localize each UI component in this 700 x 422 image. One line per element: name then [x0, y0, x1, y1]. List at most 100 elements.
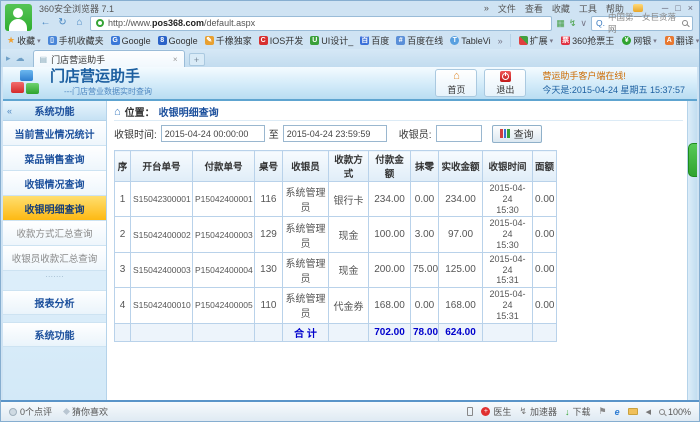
bookmark-qianxiang[interactable]: ✎千橡独家 — [205, 34, 252, 47]
ie-mode-icon[interactable]: e — [615, 407, 620, 417]
accelerator-icon: ↯ — [519, 406, 527, 417]
online-service-tab[interactable] — [688, 143, 697, 177]
cell-denom: 0.00 — [533, 288, 557, 323]
user-avatar-icon[interactable] — [5, 4, 32, 31]
col-denom: 面额 — [533, 151, 557, 182]
cell-pay-no: P15042400004 — [193, 252, 255, 287]
site-safety-icon — [96, 19, 104, 27]
cell-rounding: 75.00 — [411, 252, 439, 287]
translate-button[interactable]: A翻译▾ — [665, 34, 700, 47]
bookmark-baidu[interactable]: 百百度 — [360, 34, 389, 47]
chevron-down-icon: ▾ — [696, 37, 700, 45]
cell-amount: 234.00 — [369, 182, 411, 217]
bookmark-google-2[interactable]: 8Google — [158, 36, 198, 46]
search-box[interactable]: Q. 中国第一女巨贪落网 — [591, 16, 693, 31]
cashier-input[interactable] — [436, 125, 482, 142]
back-button[interactable]: ← — [39, 18, 52, 28]
cell-seq: 1 — [115, 182, 131, 217]
sidebar-item-payment-summary[interactable]: 收款方式汇总查询 — [3, 221, 106, 246]
bookmark-google-1[interactable]: GGoogle — [111, 36, 151, 46]
tab-bar: ▸ ☁ ▤ 门店营运助手 × + — [1, 49, 699, 67]
accelerator-button[interactable]: ↯加速器 — [519, 405, 557, 418]
tab-store-assistant[interactable]: ▤ 门店营运助手 × — [33, 50, 185, 67]
favorites-menu[interactable]: ★收藏▾ — [7, 34, 41, 47]
bookmark-mobile[interactable]: ▯手机收藏夹 — [48, 34, 104, 47]
cell-actual: 97.00 — [439, 217, 483, 252]
url-box[interactable]: http://www.pos368.com/default.aspx — [90, 16, 552, 31]
bookmarks-overflow-chevron[interactable]: » — [498, 36, 503, 46]
status-bar: 0个点评 猜你喜欢 +医生 ↯加速器 ↓下载 ⚑ e ◀ 100% — [1, 400, 699, 421]
search-input[interactable]: 中国第一女巨贪落网 — [608, 11, 679, 35]
menu-overflow-chevron[interactable]: » — [484, 3, 489, 13]
tab-close-icon[interactable]: × — [173, 55, 178, 64]
home-button[interactable]: ⌂ — [73, 18, 86, 28]
doctor-button[interactable]: +医生 — [481, 405, 511, 418]
exit-button[interactable]: 退出 — [484, 69, 526, 97]
ticket-grabber-button[interactable]: 票360抢票王 — [561, 34, 614, 47]
sidebar-item-business-stats[interactable]: 当前营业情况统计 — [3, 121, 106, 146]
time-to-input[interactable] — [283, 125, 387, 142]
menu-favorites[interactable]: 收藏 — [552, 2, 570, 15]
col-pay-no: 付款单号 — [193, 151, 255, 182]
download-button[interactable]: ↓下载 — [565, 405, 591, 418]
mobile-icon[interactable] — [467, 407, 473, 416]
bookmark-tablevi[interactable]: TTableVi — [450, 36, 490, 46]
collapse-icon[interactable]: « — [7, 106, 12, 116]
url-dropdown-icon[interactable]: ∨ — [580, 18, 587, 29]
search-icon[interactable] — [682, 20, 688, 26]
zoom-control[interactable]: 100% — [659, 407, 691, 417]
menu-file[interactable]: 文件 — [498, 2, 516, 15]
sidebar-item-dish-sales[interactable]: 菜品销售查询 — [3, 146, 106, 171]
time-from-input[interactable] — [161, 125, 265, 142]
bookmark-ios[interactable]: CIOS开发 — [259, 34, 304, 47]
search-engine-icon[interactable]: Q. — [596, 18, 605, 28]
extensions-button[interactable]: 扩展▾ — [519, 34, 554, 47]
cell-method: 代金券 — [329, 288, 369, 323]
cell-method: 现金 — [329, 217, 369, 252]
tab-title: 门店营运助手 — [51, 53, 105, 66]
refresh-button[interactable]: ↻ — [56, 18, 69, 28]
cell-denom: 0.00 — [533, 252, 557, 287]
lightning-icon[interactable]: ↯ — [569, 18, 577, 29]
menu-tools[interactable]: 工具 — [579, 2, 597, 15]
cell-rounding: 3.00 — [411, 217, 439, 252]
pin-sidebar-icon[interactable]: ▸ — [6, 53, 11, 64]
col-cashier: 收银员 — [283, 151, 329, 182]
breadcrumb-value: 收银明细查询 — [159, 104, 219, 119]
cell-time: 2015-04-2415:30 — [483, 217, 533, 252]
sidebar-section-system[interactable]: 系统功能 — [3, 322, 106, 347]
suggest-status[interactable]: 猜你喜欢 — [64, 405, 108, 418]
sidebar-section-reports[interactable]: 报表分析 — [3, 290, 106, 315]
menu-view[interactable]: 查看 — [525, 2, 543, 15]
cell-open-no: S15042400010 — [131, 288, 193, 323]
cell-time: 2015-04-2415:31 — [483, 252, 533, 287]
col-open-no: 开台单号 — [131, 151, 193, 182]
online-banking-button[interactable]: ¥网银▾ — [622, 34, 657, 47]
sidebar-item-cashier-status[interactable]: 收银情况查询 — [3, 171, 106, 196]
bookmark-baidu-online[interactable]: #百度在线 — [396, 34, 443, 47]
flag-icon[interactable]: ⚑ — [598, 406, 606, 417]
app-logo-cubes-icon — [11, 70, 41, 96]
extensions-grid-icon[interactable]: ▦ — [556, 18, 565, 29]
sidebar-item-cashier-summary[interactable]: 收银员收款汇总查询 — [3, 246, 106, 271]
c-icon: C — [259, 36, 268, 45]
comment-icon — [9, 408, 17, 416]
search-button[interactable]: 查询 — [492, 125, 542, 143]
speaker-icon[interactable]: ◀ — [646, 408, 651, 416]
reviews-status[interactable]: 0个点评 — [9, 405, 52, 418]
col-rounding: 抹零 — [411, 151, 439, 182]
cell-time: 2015-04-2415:31 — [483, 288, 533, 323]
cell-method: 银行卡 — [329, 182, 369, 217]
url-text[interactable]: http://www.pos368.com/default.aspx — [108, 18, 255, 28]
time-label: 收银时间: — [114, 126, 157, 141]
bookmark-ui[interactable]: UUI设计_ — [310, 34, 353, 47]
new-tab-button[interactable]: + — [189, 53, 205, 66]
total-actual: 624.00 — [439, 323, 483, 341]
cloud-sync-icon[interactable]: ☁ — [16, 53, 25, 64]
header-status: 营运助手客户端在线! 今天是:2015-04-24 星期五 15:37:57 — [542, 69, 685, 98]
home-page-button[interactable]: ⌂ 首页 — [435, 69, 477, 97]
folder-icon[interactable] — [628, 408, 638, 415]
cell-open-no: S15042400002 — [131, 217, 193, 252]
close-button[interactable]: × — [688, 3, 693, 13]
sidebar-item-cashier-detail[interactable]: 收银明细查询 — [3, 196, 106, 221]
